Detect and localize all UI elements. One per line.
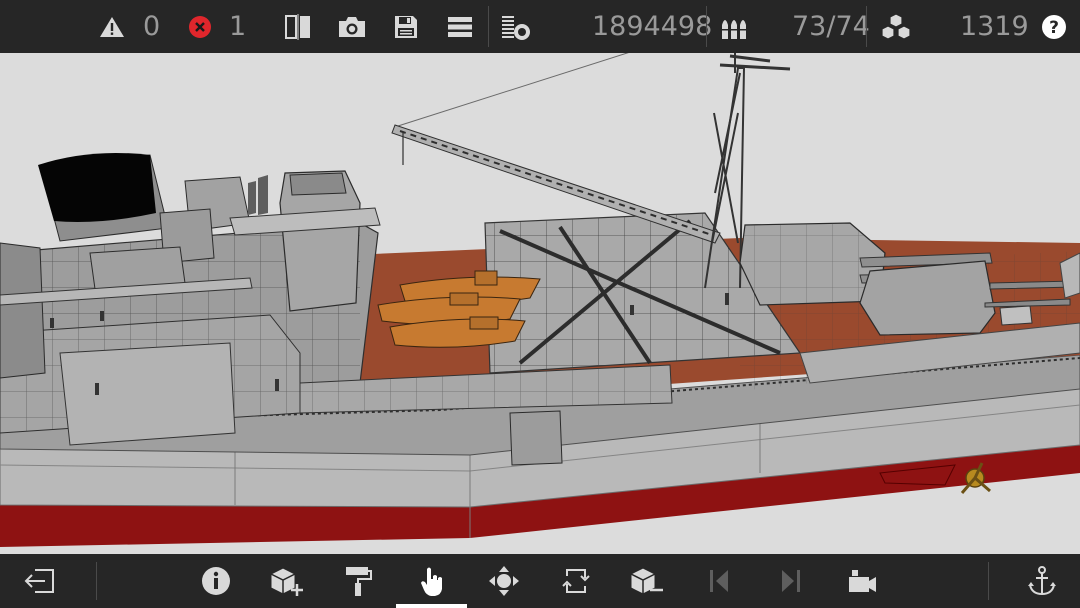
- errors-count: 1: [229, 11, 247, 42]
- blocks-icon[interactable]: [876, 0, 916, 53]
- camera-view-icon[interactable]: [832, 554, 892, 608]
- add-block-icon[interactable]: [256, 554, 316, 608]
- move-icon[interactable]: [474, 554, 534, 608]
- help-icon[interactable]: ?: [1040, 0, 1068, 53]
- camera-icon[interactable]: [336, 0, 368, 53]
- exit-icon[interactable]: [10, 554, 70, 608]
- ship-3d-viewport[interactable]: [0, 53, 1080, 554]
- mirror-icon[interactable]: [282, 0, 314, 53]
- part-count: 1894498: [592, 11, 713, 42]
- previous-icon[interactable]: [690, 554, 750, 608]
- error-icon[interactable]: [186, 0, 214, 53]
- block-count: 1319: [960, 11, 1029, 42]
- bottom-toolbar: [0, 554, 1080, 608]
- info-icon[interactable]: [186, 554, 246, 608]
- warning-icon[interactable]: [96, 0, 128, 53]
- rotate-icon[interactable]: [546, 554, 606, 608]
- ammo-icon[interactable]: [716, 0, 752, 53]
- active-tool-indicator: [396, 604, 467, 608]
- menu-icon[interactable]: [444, 0, 476, 53]
- parts-icon[interactable]: [498, 0, 534, 53]
- ammo-count: 73/74: [792, 11, 870, 42]
- svg-text:?: ?: [1049, 18, 1059, 38]
- anchor-icon[interactable]: [1012, 554, 1072, 608]
- next-icon[interactable]: [760, 554, 820, 608]
- warnings-count: 0: [143, 11, 161, 42]
- ship-model: [0, 53, 1080, 554]
- paint-roller-icon[interactable]: [328, 554, 388, 608]
- hand-pointer-icon[interactable]: [402, 554, 462, 608]
- top-toolbar: 0 1 1894498 73/74 1319 ?: [0, 0, 1080, 53]
- remove-block-icon[interactable]: [616, 554, 676, 608]
- save-icon[interactable]: [390, 0, 422, 53]
